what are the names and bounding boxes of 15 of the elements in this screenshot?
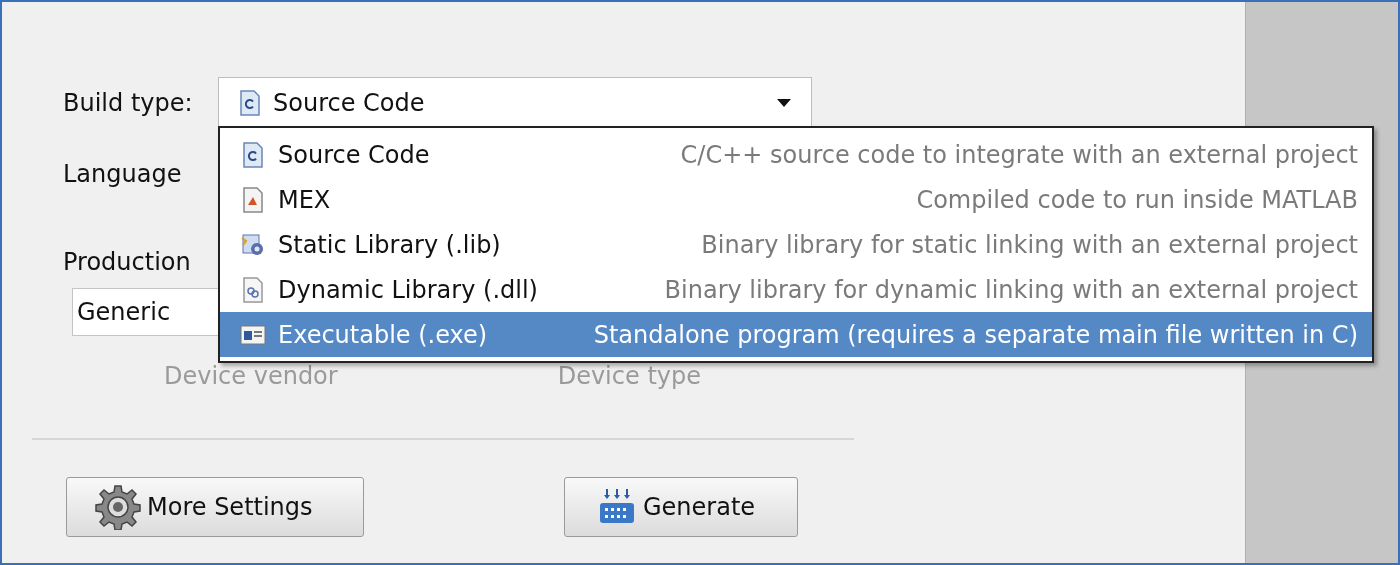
- device-type-caption: Device type: [557, 361, 701, 392]
- menu-item-name: Source Code: [278, 139, 430, 171]
- menu-item-name: Executable (.exe): [278, 319, 488, 351]
- menu-item-name: Static Library (.lib): [278, 229, 501, 261]
- menu-item-description: Binary library for dynamic linking with an external project: [663, 274, 1358, 306]
- menu-item-description: Compiled code to run inside MATLAB: [915, 184, 1358, 216]
- menu-item-name: Dynamic Library (.dll): [278, 274, 538, 306]
- menu-item-description: C/C++ source code to integrate with an external project: [679, 139, 1358, 171]
- menu-item-name: MEX: [278, 184, 331, 216]
- language-label: Language: [63, 159, 182, 190]
- production-label: Production: [63, 247, 191, 278]
- menu-item-description: Standalone program (requires a separate main file written in C): [592, 319, 1358, 351]
- device-vendor-caption: Device vendor: [164, 361, 338, 392]
- build-type-label: Build type:: [63, 88, 194, 119]
- menu-item-description: Binary library for static linking with an external project: [700, 229, 1358, 261]
